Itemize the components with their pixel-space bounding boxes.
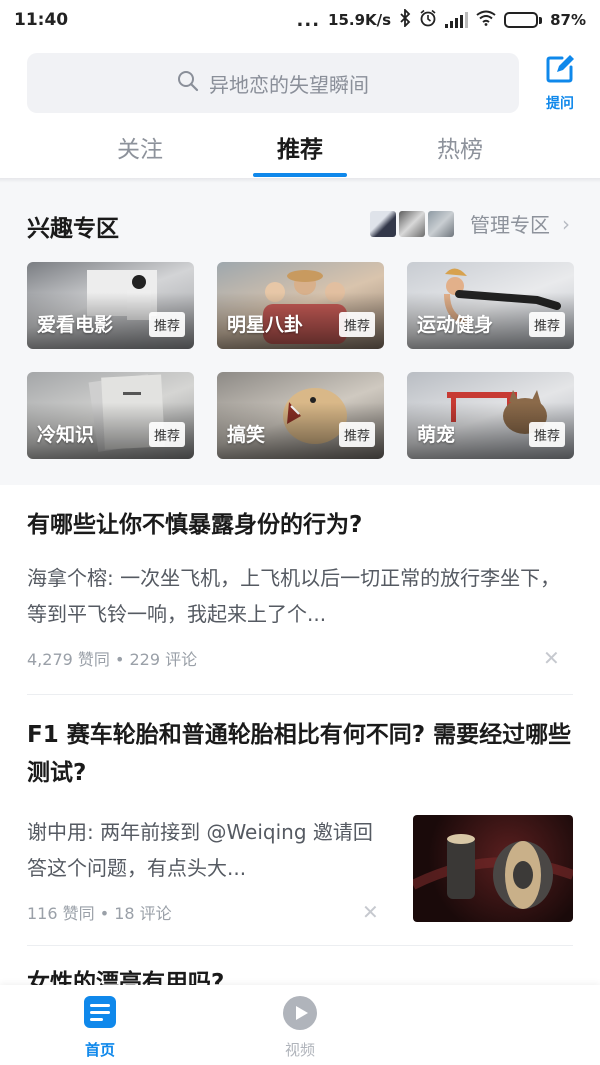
nav-label: 首页 — [84, 1041, 115, 1059]
card-label: 爱看电影 — [37, 314, 114, 336]
manage-label: 管理专区 — [470, 213, 550, 237]
zone-thumbnails — [370, 210, 454, 237]
dismiss-icon[interactable]: ✕ — [362, 900, 379, 924]
interest-section: 兴趣专区 管理专区 › 爱看电影 推荐 明星八卦 推荐 运动健身 推荐 冷知识 … — [0, 183, 600, 485]
tab-hot-list[interactable]: 热榜 — [380, 122, 540, 164]
question-title[interactable]: F1 赛车轮胎和普通轮胎相比有何不同? 需要经过哪些测试? — [27, 716, 575, 792]
card-label: 运动健身 — [417, 314, 494, 336]
ask-button[interactable]: 提问 — [535, 53, 585, 115]
chevron-right-icon: › — [562, 211, 570, 236]
answer-meta: 4,279 赞同 • 229 评论 — [27, 650, 198, 669]
answer-thumbnail[interactable] — [413, 815, 573, 922]
recommend-badge: 推荐 — [528, 422, 565, 447]
answer-excerpt[interactable]: 海拿个榕: 一次坐飞机，上飞机以后一切正常的放行李坐下，等到平飞铃一响，我起来上… — [27, 560, 573, 632]
tab-recommend[interactable]: 推荐 — [220, 122, 380, 164]
zone-thumbnail — [399, 210, 425, 237]
dismiss-icon[interactable]: ✕ — [543, 646, 560, 670]
zone-thumbnail — [370, 210, 396, 237]
interest-card-celebrity[interactable]: 明星八卦 推荐 — [217, 262, 384, 349]
divider — [27, 694, 573, 695]
search-input[interactable]: 异地恋的失望瞬间 — [27, 53, 519, 113]
interest-title: 兴趣专区 — [27, 216, 119, 242]
signal-dots: ... — [296, 9, 321, 31]
status-bar: 11:40 ... 15.9K/s 87% — [0, 0, 600, 40]
recommend-badge: 推荐 — [338, 312, 375, 337]
recommend-badge: 推荐 — [338, 422, 375, 447]
battery-percent: 87% — [550, 11, 586, 29]
search-placeholder: 异地恋的失望瞬间 — [209, 72, 369, 97]
zone-thumbnail — [428, 210, 454, 237]
network-speed: 15.9K/s — [328, 11, 392, 29]
status-time: 11:40 — [14, 10, 69, 30]
card-label: 萌宠 — [417, 424, 456, 446]
tab-indicator — [253, 173, 347, 177]
bottom-nav: 首页 视频 — [0, 985, 600, 1065]
interest-card-trivia[interactable]: 冷知识 推荐 — [27, 372, 194, 459]
recommend-badge: 推荐 — [148, 422, 185, 447]
question-title[interactable]: 有哪些让你不慎暴露身份的行为? — [27, 506, 575, 544]
wifi-icon — [476, 10, 496, 30]
home-icon — [83, 995, 117, 1033]
card-label: 明星八卦 — [227, 314, 304, 336]
nav-home[interactable]: 首页 — [60, 995, 140, 1060]
interest-card-movies[interactable]: 爱看电影 推荐 — [27, 262, 194, 349]
interest-card-pets[interactable]: 萌宠 推荐 — [407, 372, 574, 459]
card-label: 搞笑 — [227, 424, 266, 446]
tab-follow[interactable]: 关注 — [60, 122, 220, 164]
cell-signal-icon — [445, 12, 469, 28]
play-icon — [282, 995, 318, 1035]
nav-label: 视频 — [284, 1041, 315, 1059]
recommend-badge: 推荐 — [528, 312, 565, 337]
interest-card-funny[interactable]: 搞笑 推荐 — [217, 372, 384, 459]
interest-card-fitness[interactable]: 运动健身 推荐 — [407, 262, 574, 349]
ask-label: 提问 — [546, 96, 574, 112]
recommend-badge: 推荐 — [148, 312, 185, 337]
bluetooth-icon — [399, 7, 411, 31]
feed-item[interactable]: 有哪些让你不慎暴露身份的行为? 海拿个榕: 一次坐飞机，上飞机以后一切正常的放行… — [27, 506, 575, 670]
answer-excerpt[interactable]: 谢中用: 两年前接到 @Weiqing 邀请回答这个问题，有点头大... — [27, 814, 389, 886]
battery-icon — [504, 12, 543, 28]
alarm-icon — [419, 9, 437, 31]
card-label: 冷知识 — [37, 424, 95, 446]
feed-tabs: 关注 推荐 热榜 — [0, 122, 600, 178]
edit-icon — [544, 53, 576, 93]
divider — [27, 945, 573, 946]
search-icon — [177, 70, 199, 97]
manage-zones-link[interactable]: 管理专区 › — [370, 209, 570, 238]
nav-video[interactable]: 视频 — [260, 995, 340, 1060]
